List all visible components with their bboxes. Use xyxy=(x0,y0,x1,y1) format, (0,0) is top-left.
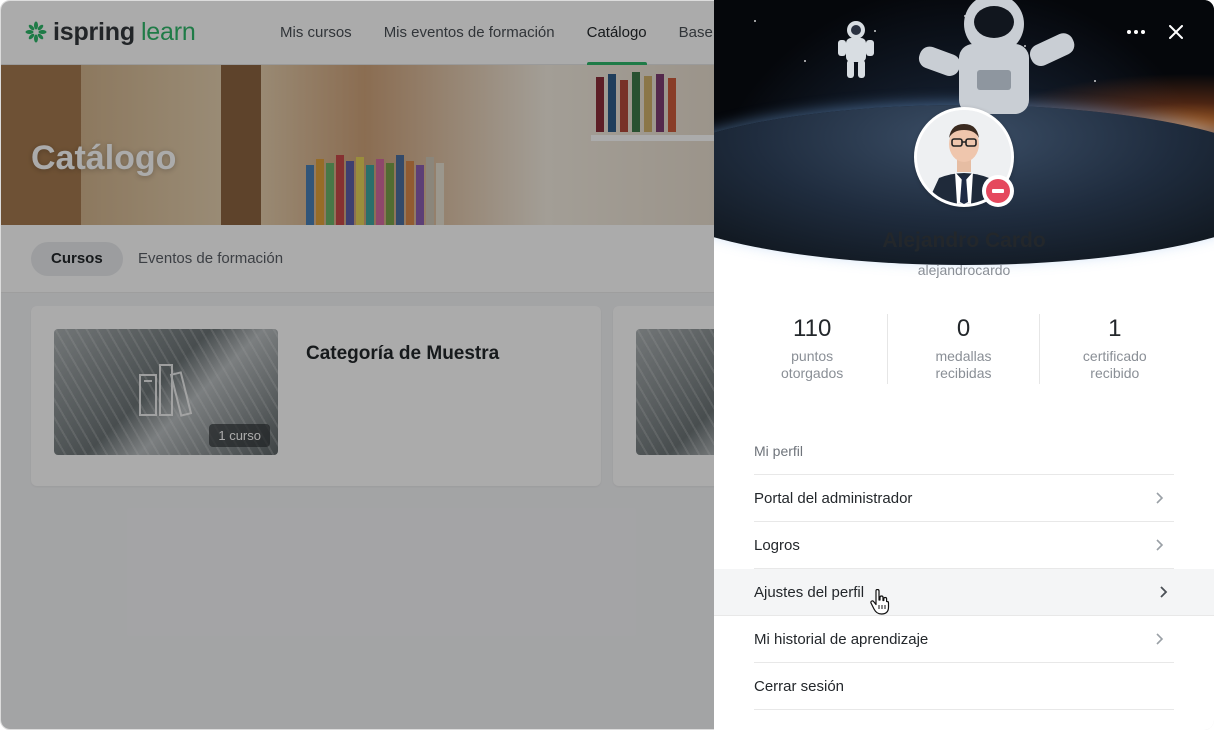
chevron-right-icon xyxy=(1156,539,1164,551)
stat-value: 0 xyxy=(956,315,971,342)
stat-certificates: 1 certificado recibido xyxy=(1040,314,1190,384)
profile-menu: Mi perfil Portal del administrador Logro… xyxy=(714,428,1214,710)
close-icon xyxy=(1169,25,1183,39)
menu-item-ajustes-perfil[interactable]: Ajustes del perfil xyxy=(714,569,1214,616)
menu-item-label: Logros xyxy=(754,536,800,554)
chevron-right-icon xyxy=(1156,633,1164,645)
small-astronaut-graphic xyxy=(838,21,874,78)
menu-item-label: Cerrar sesión xyxy=(754,677,845,695)
menu-item-cerrar-sesion[interactable]: Cerrar sesión xyxy=(754,663,1174,710)
profile-name: Alejandro Cardo xyxy=(882,229,1046,252)
profile-panel: Alejandro Cardo alejandrocardo 110 punto… xyxy=(714,0,1214,730)
menu-item-historial-aprendizaje[interactable]: Mi historial de aprendizaje xyxy=(754,616,1174,663)
stat-value: 1 xyxy=(1108,315,1122,342)
menu-item-label: Mi historial de aprendizaje xyxy=(754,630,929,648)
stat-label: certificado recibido xyxy=(1082,348,1147,381)
stat-value: 110 xyxy=(793,315,832,342)
profile-stats: 110 puntos otorgados 0 medallas recibida… xyxy=(737,314,1190,384)
hand-cursor-icon xyxy=(870,589,890,615)
stat-label: medallas recibidas xyxy=(935,348,992,381)
stat-points: 110 puntos otorgados xyxy=(737,314,889,384)
menu-header-mi-perfil: Mi perfil xyxy=(754,428,1174,475)
menu-item-portal-administrador[interactable]: Portal del administrador xyxy=(754,475,1174,522)
more-horizontal-icon xyxy=(1127,30,1145,34)
profile-username: alejandrocardo xyxy=(917,262,1011,278)
astronaut-graphic xyxy=(918,0,1075,114)
menu-item-label: Portal del administrador xyxy=(754,489,913,507)
menu-item-label: Ajustes del perfil xyxy=(754,583,865,601)
chevron-right-icon xyxy=(1156,492,1164,504)
status-badge xyxy=(982,175,1014,207)
stat-medals: 0 medallas recibidas xyxy=(888,314,1040,384)
chevron-right-icon xyxy=(1160,586,1168,598)
menu-item-logros[interactable]: Logros xyxy=(754,522,1174,569)
do-not-disturb-icon xyxy=(986,179,1010,203)
stat-label: puntos otorgados xyxy=(781,348,844,381)
more-options-button[interactable] xyxy=(1124,20,1148,44)
close-panel-button[interactable] xyxy=(1164,20,1188,44)
